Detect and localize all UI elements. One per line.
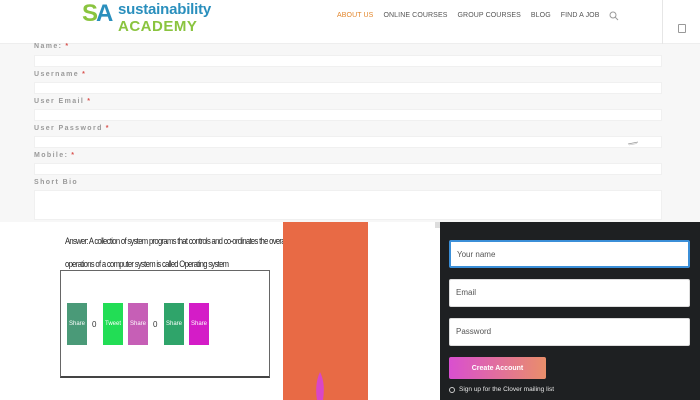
pink-shape <box>316 372 324 400</box>
password-label: User Password * <box>34 125 110 132</box>
brand-logo[interactable]: S A sustainability ACADEMY <box>82 0 212 35</box>
show-password-icon[interactable] <box>627 140 639 146</box>
nav-blog[interactable]: BLOG <box>531 12 551 19</box>
mailing-list-checkbox[interactable]: Sign up for the Clover mailing list <box>449 386 554 393</box>
share-button-2[interactable]: Share <box>128 303 148 345</box>
cart-area[interactable] <box>662 0 700 44</box>
name-label: Name: * <box>34 43 70 50</box>
bio-textarea[interactable] <box>34 190 662 220</box>
search-icon[interactable] <box>609 11 619 21</box>
logo-mark-a: A <box>96 0 114 27</box>
google-word: Google <box>283 256 290 376</box>
checkbox-icon[interactable] <box>449 386 455 393</box>
share-button-1[interactable]: Share <box>67 303 87 345</box>
email-label: User Email * <box>34 98 92 105</box>
nav-online-courses[interactable]: ONLINE COURSES <box>383 12 447 19</box>
site-header: S A sustainability ACADEMY ABOUT US ONLI… <box>0 0 700 44</box>
share-count-2: 0 <box>153 319 158 329</box>
nav-group-courses[interactable]: GROUP COURSES <box>458 12 521 19</box>
quiz-answer-line1: Answer: A collection of system programs … <box>65 236 288 246</box>
password-input[interactable] <box>34 136 662 148</box>
signup-password-input[interactable]: Password <box>449 318 690 346</box>
nav-find-a-job[interactable]: FIND A JOB <box>561 12 600 19</box>
logo-mark: S A <box>82 0 118 34</box>
create-account-button[interactable]: Create Account <box>449 357 546 379</box>
share-button-3[interactable]: Share <box>164 303 184 345</box>
signup-email-input[interactable]: Email <box>449 279 690 307</box>
username-input[interactable] <box>34 82 662 94</box>
share-button-4[interactable]: Share <box>189 303 209 345</box>
quiz-image: Answer: A collection of system programs … <box>60 222 288 378</box>
main-nav: ABOUT US ONLINE COURSES GROUP COURSES BL… <box>337 12 610 19</box>
mailing-list-label: Sign up for the Clover mailing list <box>459 386 555 393</box>
registration-form: Name: * Username * User Email * User Passwo… <box>0 43 700 222</box>
share-count-1: 0 <box>92 319 97 329</box>
brand-name-line1: sustainability <box>118 1 212 18</box>
signup-panel: Your name Email Password Create Account … <box>440 222 700 400</box>
tweet-button[interactable]: Tweet <box>103 303 123 345</box>
quiz-answer-text: Answer: A collection of system programs … <box>65 236 288 270</box>
google-image: Google <box>283 222 368 400</box>
mobile-label: Mobile: * <box>34 152 76 159</box>
username-label: Username * <box>34 71 87 78</box>
brand-name-line2: ACADEMY <box>118 18 198 35</box>
quiz-answer-line2: operations of a computer system is calle… <box>65 259 229 269</box>
share-box: Share 0 Tweet Share 0 Share Share <box>60 270 270 378</box>
bio-label: Short Bio <box>34 179 79 186</box>
name-input[interactable] <box>34 55 662 67</box>
share-buttons: Share 0 Tweet Share 0 Share Share <box>67 303 209 345</box>
nav-about-us[interactable]: ABOUT US <box>337 12 373 19</box>
mobile-input[interactable] <box>34 163 662 175</box>
email-input[interactable] <box>34 109 662 121</box>
signup-name-input[interactable]: Your name <box>449 240 690 268</box>
cart-icon[interactable] <box>678 24 686 33</box>
